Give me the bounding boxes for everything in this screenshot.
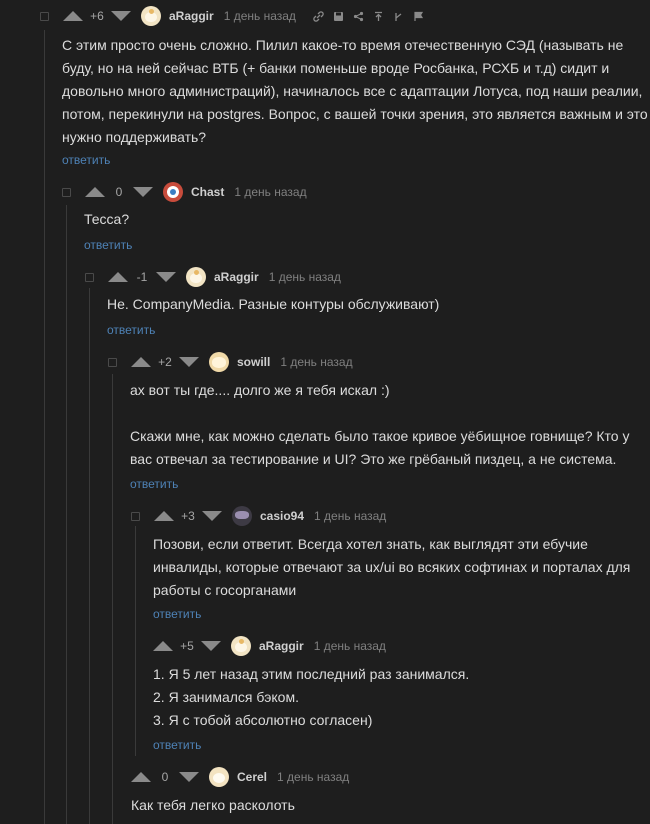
comment-time[interactable]: 1 день назад [269, 270, 341, 284]
report-icon[interactable] [412, 9, 426, 23]
comment-line: вас отвечал за тестирование и UI? Это же… [130, 451, 617, 467]
downvote-icon[interactable] [202, 511, 222, 521]
avatar[interactable] [232, 506, 252, 526]
avatar[interactable] [163, 182, 183, 202]
thread-line [89, 288, 90, 824]
comment-line: довольно много администраций), начиналос… [62, 83, 643, 99]
upvote-icon[interactable] [63, 11, 83, 21]
comment-author[interactable]: Cerel [237, 770, 267, 784]
downvote-icon[interactable] [133, 187, 153, 197]
comment-line: 1. Я 5 лет назад этим последний раз зани… [153, 666, 470, 682]
comment-line: буду, но на ней сейчас ВТБ (+ банки поме… [62, 60, 610, 76]
thread-line [66, 205, 67, 824]
downvote-icon[interactable] [156, 272, 176, 282]
upvote-icon[interactable] [154, 511, 174, 521]
thread-line [135, 526, 136, 756]
comment-score: +2 [158, 355, 172, 369]
comment-time[interactable]: 1 день назад [280, 355, 352, 369]
comment-header: 0 Cerel 1 день назад [131, 767, 349, 787]
comment-body: Тесса? [84, 208, 129, 231]
comment-line: 3. Я с тобой абсолютно согласен) [153, 712, 373, 728]
reply-link[interactable]: ответить [130, 477, 178, 491]
comment-body: Не. CompanyMedia. Разные контуры обслужи… [107, 293, 439, 316]
comment-author[interactable]: aRaggir [214, 270, 259, 284]
upvote-icon[interactable] [131, 772, 151, 782]
comment-line: Не. CompanyMedia. Разные контуры обслужи… [107, 296, 440, 312]
comment-score: +5 [180, 639, 194, 653]
save-icon[interactable] [332, 9, 346, 23]
comment-author[interactable]: aRaggir [169, 9, 214, 23]
collapse-toggle[interactable] [40, 11, 49, 21]
comment-line: инвалиды, которые отвечают за ux/ui во в… [153, 559, 631, 575]
upvote-icon[interactable] [153, 641, 173, 651]
comment-body: ах вот ты где.... долго же я тебя искал … [130, 379, 629, 471]
comment-line: Тесса? [84, 211, 130, 227]
comment-time[interactable]: 1 день назад [277, 770, 349, 784]
comment-header: +2 sowill 1 день назад [108, 352, 353, 372]
comment-line: С этим просто очень сложно. Пилил какое-… [62, 37, 624, 53]
comment-header: -1 aRaggir 1 день назад [85, 267, 341, 287]
avatar[interactable] [186, 267, 206, 287]
link-icon[interactable] [312, 9, 326, 23]
comment-line: ах вот ты где.... долго же я тебя искал … [130, 382, 390, 398]
thread-line [44, 30, 45, 824]
comment-time[interactable]: 1 день назад [224, 9, 296, 23]
comment-time[interactable]: 1 день назад [314, 639, 386, 653]
upvote-icon[interactable] [131, 357, 151, 367]
share-icon[interactable] [352, 9, 366, 23]
comment-line [130, 402, 629, 425]
downvote-icon[interactable] [111, 11, 131, 21]
comment-score: 0 [161, 770, 169, 784]
comment-actions [306, 9, 426, 23]
collapse-toggle[interactable] [62, 187, 71, 197]
comment-body: С этим просто очень сложно. Пилил какое-… [62, 34, 648, 149]
comment-header: +5 aRaggir 1 день назад [153, 636, 386, 656]
comment-header: +3 casio94 1 день назад [131, 506, 386, 526]
upvote-icon[interactable] [108, 272, 128, 282]
avatar[interactable] [141, 6, 161, 26]
downvote-icon[interactable] [179, 357, 199, 367]
collapse-toggle[interactable] [85, 272, 94, 282]
comment-score: 0 [115, 185, 123, 199]
comment-score: -1 [136, 270, 148, 284]
downvote-icon[interactable] [179, 772, 199, 782]
comment-author[interactable]: aRaggir [259, 639, 304, 653]
reply-link[interactable]: ответить [153, 738, 201, 752]
reply-link[interactable]: ответить [153, 607, 201, 621]
comment-line: Как тебя легко расколоть [131, 797, 295, 813]
collapse-toggle[interactable] [108, 357, 117, 367]
reply-link[interactable]: ответить [84, 238, 132, 252]
comment-author[interactable]: Chast [191, 185, 224, 199]
comment-body: Как тебя легко расколоть [131, 794, 295, 817]
comment-line: 2. Я занимался бэком. [153, 689, 299, 705]
downvote-icon[interactable] [201, 641, 221, 651]
comment-line: нужно поддерживать? [62, 129, 207, 145]
avatar[interactable] [231, 636, 251, 656]
go-to-parent-icon[interactable] [372, 9, 386, 23]
avatar[interactable] [209, 352, 229, 372]
comment-time[interactable]: 1 день назад [234, 185, 306, 199]
comment-line: Скажи мне, как можно сделать было такое … [130, 428, 630, 444]
comment-score: +3 [181, 509, 195, 523]
comment-score: +6 [90, 9, 104, 23]
thread-line [112, 374, 113, 824]
comment-body: Позови, если ответит. Всегда хотел знать… [153, 533, 630, 602]
comment-line: Позови, если ответит. Всегда хотел знать… [153, 536, 588, 552]
comment-line: потом, перекинули на postgres. Вопрос, с… [62, 106, 648, 122]
avatar[interactable] [209, 767, 229, 787]
comment-header: 0 Chast 1 день назад [62, 182, 307, 202]
comment-body: 1. Я 5 лет назад этим последний раз зани… [153, 663, 469, 732]
comment-author[interactable]: sowill [237, 355, 270, 369]
comment-time[interactable]: 1 день назад [314, 509, 386, 523]
comment-header: +6 aRaggir 1 день назад [40, 6, 426, 26]
go-to-root-icon[interactable] [392, 9, 406, 23]
reply-link[interactable]: ответить [107, 323, 155, 337]
comment-author[interactable]: casio94 [260, 509, 304, 523]
comment-line: работы с госорганами [153, 582, 297, 598]
collapse-toggle[interactable] [131, 511, 140, 521]
reply-link[interactable]: ответить [62, 153, 110, 167]
upvote-icon[interactable] [85, 187, 105, 197]
